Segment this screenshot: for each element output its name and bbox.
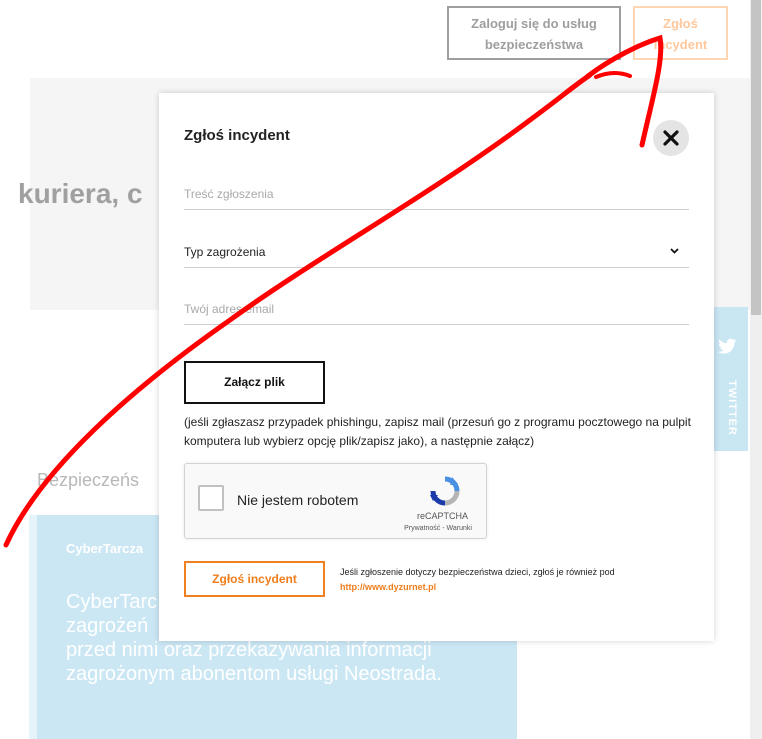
threat-type-select[interactable]: Typ zagrożenia — [184, 239, 689, 268]
child-safety-note: Jeśli zgłoszenie dotyczy bezpieczeństwa … — [340, 565, 670, 595]
message-placeholder: Treść zgłoszenia — [184, 187, 274, 201]
report-incident-modal: Zgłoś incydent Treść zgłoszenia Typ zagr… — [159, 93, 714, 641]
attach-note: (jeśli zgłaszasz przypadek phishingu, za… — [184, 415, 691, 448]
report-incident-header-button[interactable]: Zgłoś incydent — [633, 6, 728, 60]
child-safety-text: Jeśli zgłoszenie dotyczy bezpieczeństwa … — [340, 567, 615, 577]
message-field[interactable]: Treść zgłoszenia — [184, 181, 689, 210]
section-title: Bezpieczeńs — [37, 470, 140, 490]
threat-type-value: Typ zagrożenia — [184, 245, 266, 259]
close-icon — [663, 130, 679, 146]
twitter-label: TWITTER — [726, 380, 738, 436]
recaptcha-brand: reCAPTCHA — [416, 511, 468, 521]
recaptcha-checkbox[interactable] — [198, 485, 224, 511]
close-button[interactable] — [653, 120, 689, 156]
twitter-icon — [718, 338, 737, 354]
info-card-line: przed nimi oraz przekazywania informacji — [66, 639, 432, 661]
login-security-button[interactable]: Zaloguj się do usług bezpieczeństwa — [447, 6, 621, 60]
hero-heading: kuriera, c — [18, 178, 143, 209]
modal-title: Zgłoś incydent — [184, 127, 290, 144]
login-button-line1: Zaloguj się do usług — [471, 16, 597, 31]
info-card-title: CyberTarcza — [66, 541, 144, 556]
report-button-line2: incydent — [653, 37, 708, 52]
recaptcha-widget: Nie jestem robotem reCAPTCHA Prywatność … — [184, 463, 487, 539]
report-button-line1: Zgłoś — [663, 16, 698, 31]
recaptcha-logo-icon — [430, 476, 460, 506]
email-field[interactable]: Twój adres email — [184, 296, 689, 325]
email-placeholder: Twój adres email — [184, 302, 275, 316]
info-card-line: zagrożonym abonentom usługi Neostrada. — [66, 663, 442, 685]
scrollbar-thumb[interactable] — [751, 0, 761, 315]
chevron-down-icon — [670, 248, 679, 254]
dyzurnet-link[interactable]: http://www.dyzurnet.pl — [340, 582, 436, 592]
recaptcha-label: Nie jestem robotem — [237, 492, 359, 508]
submit-incident-button[interactable]: Zgłoś incydent — [184, 561, 325, 597]
recaptcha-terms-link[interactable]: Prywatność - Warunki — [393, 525, 483, 532]
login-button-line2: bezpieczeństwa — [484, 37, 584, 52]
attach-file-button[interactable]: Załącz plik — [184, 361, 325, 404]
